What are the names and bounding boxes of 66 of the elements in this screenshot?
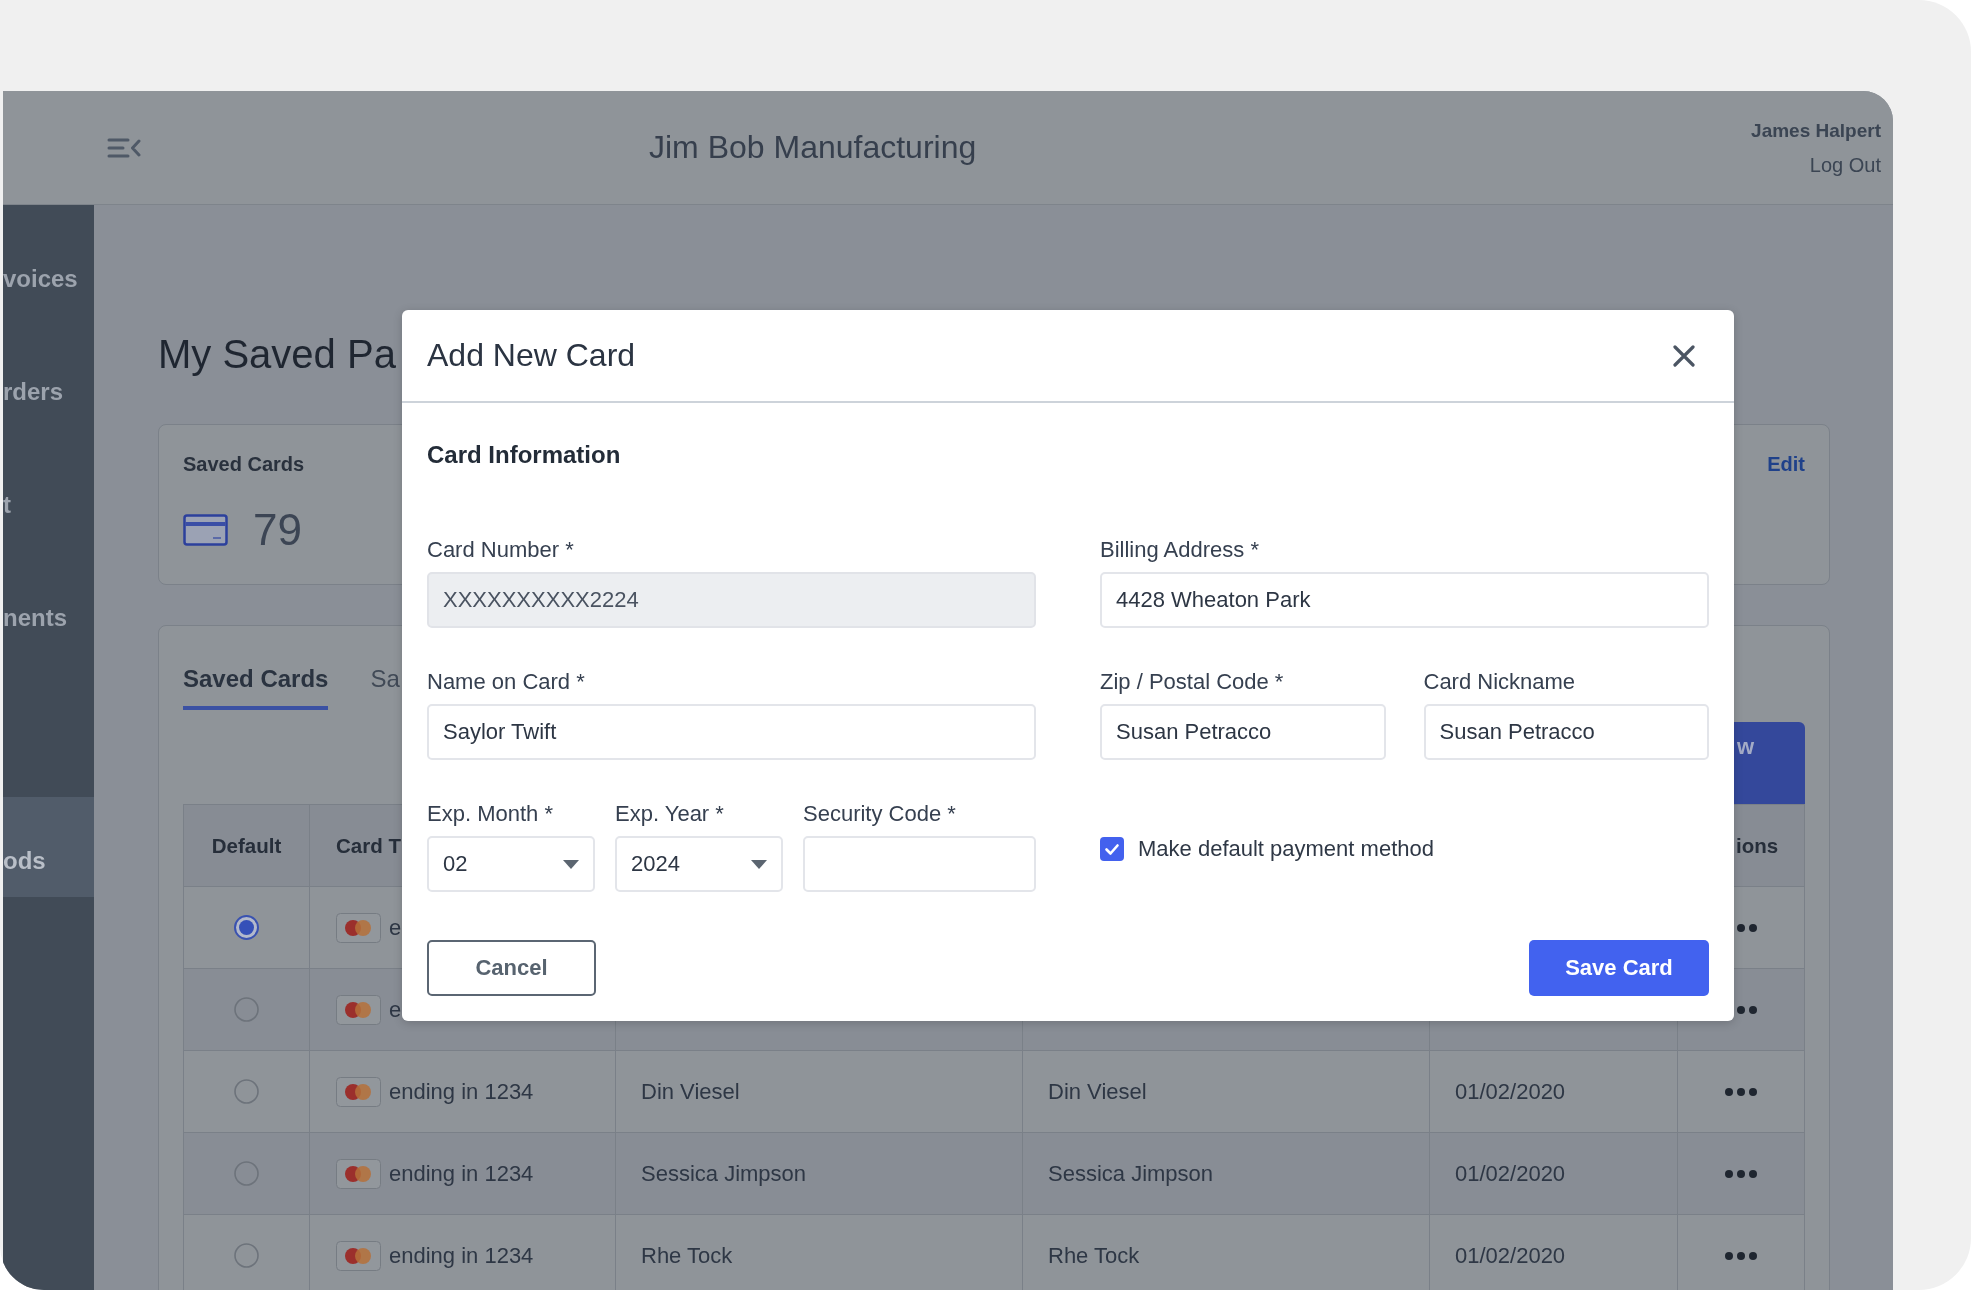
table-cell: Sessica Jimpson (1023, 1133, 1430, 1214)
outline-button[interactable]: Cancel (427, 940, 596, 996)
caret-icon (563, 859, 579, 869)
table-cell: Rhe Tock (1023, 1215, 1430, 1290)
table-cell: Rhe Tock (616, 1215, 1023, 1290)
card-ending-text: ending in 1234 (389, 1160, 534, 1187)
table-cell: 01/02/2020 (1430, 1133, 1678, 1214)
card-ending-text: ending in 1234 (389, 1242, 534, 1269)
circles-logo-icon (336, 1076, 381, 1107)
card-ending-text: e (389, 996, 402, 1023)
field-label: Card Nickname (1423, 668, 1576, 696)
sidebar-item[interactable]: rders (3, 335, 94, 448)
field-label: Security Code * (803, 800, 956, 828)
sidebar-item[interactable]: t (3, 448, 94, 561)
close-icon[interactable] (1673, 344, 1695, 367)
field-label: Exp. Month * (427, 800, 553, 828)
input-field[interactable]: Susan Petracco (1100, 704, 1386, 760)
radio-button[interactable] (234, 1079, 259, 1104)
radio-button[interactable] (234, 915, 259, 940)
radio-button[interactable] (234, 1161, 259, 1186)
table-cell: 01/02/2020 (1430, 1215, 1678, 1290)
toolbar-button[interactable]: w (1734, 722, 1805, 804)
logout-link[interactable]: Log Out (1809, 151, 1881, 178)
field-label: Name on Card * (427, 668, 585, 696)
user-name: James Halpert (1751, 118, 1881, 143)
field-label: Zip / Postal Code * (1100, 668, 1284, 696)
column-header: Default (211, 833, 282, 858)
table-cell: Din Viesel (1023, 1051, 1430, 1132)
card-ending-text: ending in 1234 (389, 1078, 534, 1105)
card-title: Saved Cards (183, 452, 305, 476)
circles-logo-icon (336, 1240, 381, 1271)
card-count: 79 (253, 505, 302, 555)
input-field[interactable]: Saylor Twift (427, 704, 1036, 760)
dropdown[interactable]: 2024 (615, 836, 783, 892)
dropdown[interactable]: 02 (427, 836, 595, 892)
card-ending-text: e (389, 914, 402, 941)
field-label: Card Number * (427, 536, 574, 564)
checkbox[interactable] (1100, 837, 1124, 861)
table-cell: 01/02/2020 (1430, 1051, 1678, 1132)
credit-card-icon (183, 514, 228, 546)
field-label: Billing Address * (1100, 536, 1259, 564)
circles-logo-icon (336, 1158, 381, 1189)
page-title: My Saved Pa (158, 331, 396, 378)
column-header: Card T (336, 833, 401, 858)
sidebar-item[interactable]: voices (3, 222, 94, 335)
sidebar-item[interactable]: nents (3, 561, 94, 674)
edit-link[interactable]: Edit (1767, 452, 1805, 476)
primary-button[interactable]: Save Card (1529, 940, 1709, 996)
app-title: Jim Bob Manufacturing (649, 129, 977, 166)
column-header: ions (1736, 833, 1779, 858)
checkbox-label: Make default payment method (1138, 836, 1434, 862)
table-cell: Din Viesel (616, 1051, 1023, 1132)
radio-button[interactable] (234, 1243, 259, 1268)
input-field[interactable]: Susan Petracco (1423, 704, 1709, 760)
tab[interactable]: Saved Cards (183, 664, 329, 710)
circles-logo-icon (336, 912, 381, 943)
modal-title: Add New Card (427, 337, 636, 374)
tab[interactable]: Sa (370, 664, 400, 710)
circles-logo-icon (336, 994, 381, 1025)
input-field[interactable]: 4428 Wheaton Park (1100, 572, 1709, 628)
field-label: Exp. Year * (615, 800, 724, 828)
radio-button[interactable] (234, 997, 259, 1022)
input-field[interactable] (803, 836, 1036, 892)
caret-icon (751, 859, 767, 869)
section-title: Card Information (427, 440, 621, 470)
table-cell: Sessica Jimpson (616, 1133, 1023, 1214)
